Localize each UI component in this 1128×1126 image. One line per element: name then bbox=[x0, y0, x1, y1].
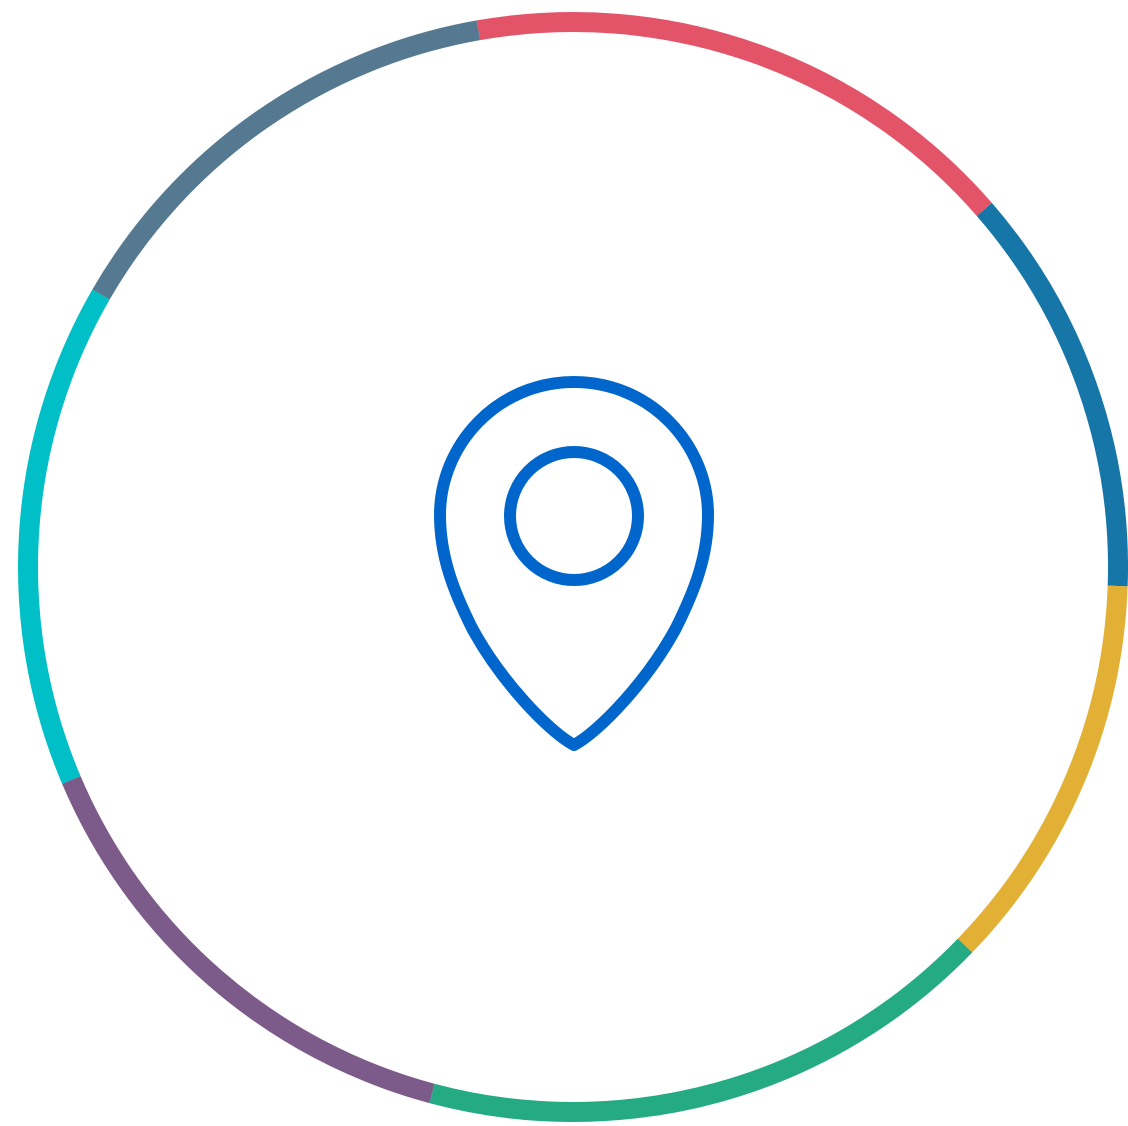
location-badge bbox=[0, 0, 1128, 1126]
pin-outline bbox=[434, 376, 714, 751]
pin-inner-circle bbox=[504, 446, 644, 586]
map-pin-icon bbox=[434, 376, 714, 751]
